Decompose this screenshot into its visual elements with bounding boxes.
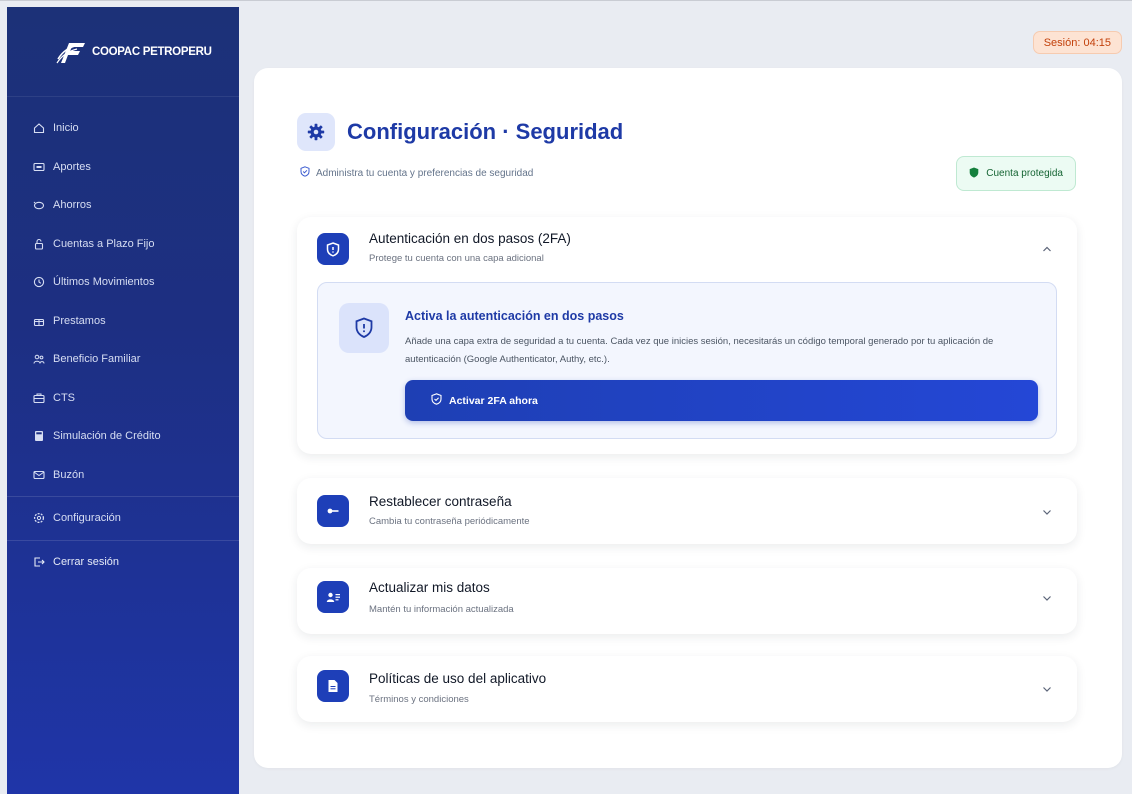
sidebar-item-label: Cerrar sesión — [53, 555, 120, 568]
section-description: Cambia tu contraseña periódicamente — [369, 516, 530, 527]
session-timer: Sesión: 04:15 — [1032, 31, 1122, 54]
shield-check-icon — [300, 166, 310, 180]
gear-icon — [297, 113, 335, 151]
chevron-down-icon[interactable] — [1041, 592, 1053, 604]
sidebar-item-ahorros[interactable]: Ahorros — [7, 186, 239, 225]
sidebar-item-cts[interactable]: CTS — [7, 379, 239, 418]
gear-icon — [32, 512, 45, 525]
sidebar-divider — [7, 496, 239, 497]
brand-name: COOPAC PETROPERU — [92, 45, 212, 58]
page-title: Configuración · Seguridad — [347, 119, 624, 144]
section-description: Mantén tu información actualizada — [369, 604, 514, 615]
subtitle-text: Administra tu cuenta y preferencias de s… — [316, 167, 534, 179]
sidebar-item-label: Prestamos — [53, 314, 106, 327]
sidebar-item-simulacion[interactable]: Simulación de Crédito — [7, 417, 239, 456]
panel-title: Activa la autenticación en dos pasos — [405, 309, 624, 323]
document-icon — [317, 670, 349, 702]
section-title: Actualizar mis datos — [369, 580, 490, 595]
sidebar-item-label: Últimos Movimientos — [53, 276, 155, 289]
sidebar-item-prestamos[interactable]: Prestamos — [7, 302, 239, 341]
sidebar-nav: Inicio Aportes Ahorros Cuentas a Plazo F… — [7, 97, 239, 581]
shield-check-icon — [431, 393, 442, 408]
sidebar: COOPAC PETROPERU Inicio Aportes Ahorros — [7, 7, 239, 794]
section-password[interactable]: Restablecer contraseña Cambia tu contras… — [297, 478, 1077, 544]
2fa-panel: Activa la autenticación en dos pasos Aña… — [317, 282, 1057, 439]
sidebar-item-inicio[interactable]: Inicio — [7, 109, 239, 148]
home-icon — [32, 122, 45, 135]
shield-alert-icon — [339, 303, 389, 353]
brand-logo — [56, 42, 85, 63]
badge-label: Cuenta protegida — [986, 168, 1063, 179]
key-icon — [317, 495, 349, 527]
page-header: Configuración · Seguridad — [297, 113, 623, 151]
sidebar-item-label: Beneficio Familiar — [53, 353, 141, 366]
family-icon — [32, 353, 45, 366]
sidebar-item-buzon[interactable]: Buzón — [7, 456, 239, 495]
status-badge: Cuenta protegida — [956, 156, 1076, 191]
panel-description: Añade una capa extra de seguridad a tu c… — [405, 336, 994, 365]
mail-icon — [32, 468, 45, 481]
calculator-icon — [32, 430, 45, 443]
section-policies[interactable]: Políticas de uso del aplicativo Términos… — [297, 656, 1077, 722]
shield-icon — [317, 233, 349, 265]
section-title: Autenticación en dos pasos (2FA) — [369, 231, 571, 246]
chevron-up-icon[interactable] — [1041, 243, 1053, 255]
gift-icon — [32, 314, 45, 327]
user-card-icon — [317, 581, 349, 613]
activate-2fa-button[interactable]: Activar 2FA ahora — [405, 380, 1038, 421]
app-frame: COOPAC PETROPERU Inicio Aportes Ahorros — [0, 0, 1132, 794]
clock-icon — [32, 276, 45, 289]
section-title: Restablecer contraseña — [369, 494, 512, 509]
wallet-icon — [32, 160, 45, 173]
sidebar-item-beneficio-familiar[interactable]: Beneficio Familiar — [7, 340, 239, 379]
page-subtitle: Administra tu cuenta y preferencias de s… — [300, 166, 533, 180]
button-label: Activar 2FA ahora — [449, 394, 538, 407]
section-description: Protege tu cuenta con una capa adicional — [369, 253, 544, 264]
sidebar-item-label: Cuentas a Plazo Fijo — [53, 237, 155, 250]
section-2fa: Autenticación en dos pasos (2FA) Protege… — [297, 217, 1077, 454]
logout-icon — [32, 555, 45, 568]
sidebar-item-movimientos[interactable]: Últimos Movimientos — [7, 263, 239, 302]
main-card: Configuración · Seguridad Administra tu … — [254, 68, 1122, 768]
sidebar-item-aportes[interactable]: Aportes — [7, 148, 239, 187]
briefcase-icon — [32, 391, 45, 404]
section-policies-header[interactable]: Políticas de uso del aplicativo Términos… — [297, 656, 1077, 722]
sidebar-item-configuracion[interactable]: Configuración — [7, 499, 239, 538]
sidebar-item-label: Buzón — [53, 468, 85, 481]
piggy-bank-icon — [32, 199, 45, 212]
sidebar-divider — [7, 539, 239, 541]
sidebar-item-label: Aportes — [53, 160, 91, 173]
section-update-data-header[interactable]: Actualizar mis datos Mantén tu informaci… — [297, 568, 1077, 634]
brand[interactable]: COOPAC PETROPERU — [7, 7, 239, 97]
sidebar-item-plazo-fijo[interactable]: Cuentas a Plazo Fijo — [7, 225, 239, 264]
chevron-down-icon[interactable] — [1041, 506, 1053, 518]
lock-icon — [32, 237, 45, 250]
chevron-down-icon[interactable] — [1041, 683, 1053, 695]
section-update-data[interactable]: Actualizar mis datos Mantén tu informaci… — [297, 568, 1077, 634]
sidebar-item-label: Ahorros — [53, 199, 92, 212]
sidebar-item-label: Inicio — [53, 122, 79, 135]
logout-button[interactable]: Cerrar sesión — [7, 543, 239, 582]
section-2fa-header[interactable]: Autenticación en dos pasos (2FA) Protege… — [297, 217, 1077, 283]
sidebar-item-label: CTS — [53, 391, 75, 404]
section-password-header[interactable]: Restablecer contraseña Cambia tu contras… — [297, 478, 1077, 544]
sidebar-item-label: Configuración — [53, 512, 121, 525]
shield-icon — [969, 167, 979, 181]
section-description: Términos y condiciones — [369, 694, 469, 705]
sidebar-item-label: Simulación de Crédito — [53, 430, 161, 443]
section-title: Políticas de uso del aplicativo — [369, 671, 547, 686]
